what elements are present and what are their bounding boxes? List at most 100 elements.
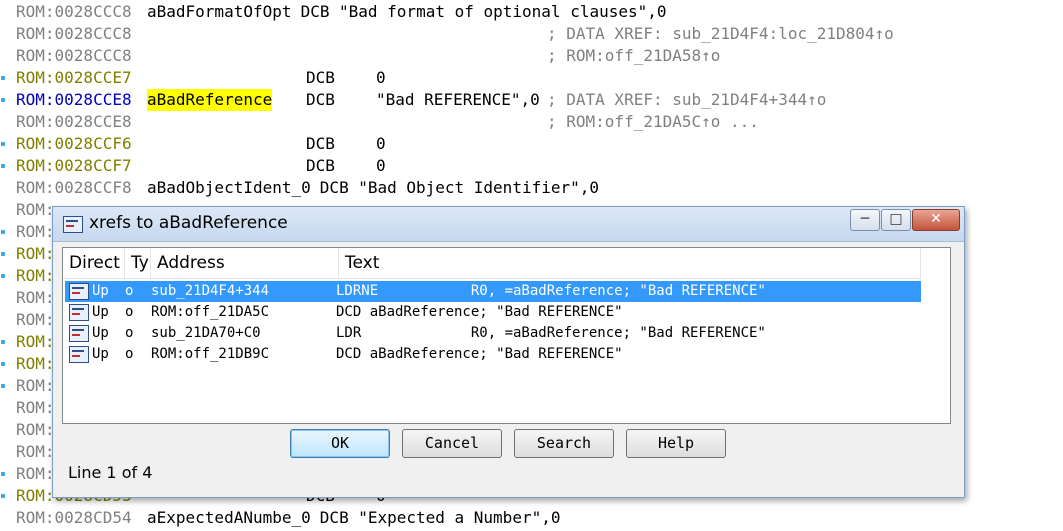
line-directive: DCB <box>306 90 335 109</box>
xref-direction: Up <box>92 304 109 320</box>
listing-line[interactable]: ROM:0028CD54 aExpectedANumbe_0 DCB "Expecte… <box>0 507 1063 529</box>
line-operand: "Bad REFERENCE",0 <box>376 90 540 109</box>
xref-address: sub_21D4F4+344 <box>151 283 270 299</box>
xref-row[interactable]: Up o sub_21D4F4+344 LDRNE R0, =aBadReferenc… <box>65 281 921 302</box>
line-address: ROM: <box>16 398 55 417</box>
bookmark-dot-icon <box>1 340 5 344</box>
listing-line[interactable]: ROM:0028CCE8 ; ROM:off_21DA5C↑o ... <box>0 111 1063 133</box>
xref-address: ROM:off_21DA5C <box>151 304 270 320</box>
listing-line[interactable]: ROM:0028CCE8 aBadReference DCB "Bad REFEREN… <box>0 89 1063 111</box>
xref-text: LDR R0, =aBadReference; "Bad REFERENCE" <box>336 325 766 341</box>
column-header-type[interactable]: Ty <box>125 248 151 278</box>
maximize-icon[interactable]: □ <box>881 209 911 231</box>
dialog-titlebar[interactable]: xrefs to aBadReference ─ □ ✕ <box>53 207 964 242</box>
line-operand: "Expected a Number",0 <box>358 508 561 527</box>
column-header-text[interactable]: Text <box>339 248 921 278</box>
xref-icon <box>69 325 89 342</box>
listing-line[interactable]: ROM:0028CCF6 DCB 0 <box>0 133 1063 155</box>
line-address: ROM:0028CCF6 <box>16 134 132 153</box>
xref-row[interactable]: Up o sub_21DA70+C0 LDR R0, =aBadReference; … <box>65 323 921 344</box>
status-line: Line 1 of 4 <box>68 463 153 482</box>
bookmark-dot-icon <box>1 76 5 80</box>
line-address: ROM:0028CCE8 <box>16 112 132 131</box>
help-button[interactable]: Help <box>626 429 726 458</box>
bookmark-dot-icon <box>1 252 5 256</box>
line-address: ROM: <box>16 332 55 351</box>
dialog-title: xrefs to aBadReference <box>89 213 288 233</box>
cancel-button[interactable]: Cancel <box>402 429 502 458</box>
minimize-icon[interactable]: ─ <box>850 209 880 231</box>
bookmark-dot-icon <box>1 494 5 498</box>
line-address: ROM: <box>16 354 55 373</box>
xref-text: DCD aBadReference; "Bad REFERENCE" <box>336 346 623 362</box>
listing-line[interactable]: ROM:0028CCC8 aBadFormatOfOpt DCB "Bad forma… <box>0 1 1063 23</box>
line-address: ROM: <box>16 464 55 483</box>
listing-line[interactable]: ROM:0028CCC8 ; DATA XREF: sub_21D4F4:loc_… <box>0 23 1063 45</box>
line-address: ROM:0028CCF8 <box>16 178 132 197</box>
column-header-direction[interactable]: Direct <box>63 248 125 278</box>
line-comment: ; ROM:off_21DA58↑o <box>547 46 721 65</box>
search-button[interactable]: Search <box>514 429 614 458</box>
line-address: ROM:0028CCC8 <box>16 2 132 21</box>
line-comment: ; DATA XREF: sub_21D4F4:loc_21D804↑o <box>547 24 894 43</box>
xref-address: sub_21DA70+C0 <box>151 325 261 341</box>
line-comment: ; ROM:off_21DA5C↑o ... <box>547 112 759 131</box>
line-address: ROM: <box>16 420 55 439</box>
xref-row[interactable]: Up o ROM:off_21DB9C DCD aBadReference; "Bad… <box>65 344 921 365</box>
line-address: ROM: <box>16 200 55 219</box>
line-directive: DCB <box>306 134 335 153</box>
xref-direction: Up <box>92 346 109 362</box>
line-directive: DCB <box>300 2 330 21</box>
xref-direction: Up <box>92 283 109 299</box>
xref-address: ROM:off_21DB9C <box>151 346 270 362</box>
line-directive: DCB <box>306 156 335 175</box>
line-label[interactable]: aExpectedANumbe_0 <box>147 507 311 529</box>
line-address: ROM:0028CCE8 <box>16 90 132 109</box>
listing-line[interactable]: ROM:0028CCC8 ; ROM:off_21DA58↑o <box>0 45 1063 67</box>
xrefs-app-icon <box>63 216 83 233</box>
list-header: Direct Ty Address Text <box>63 248 921 279</box>
bookmark-dot-icon <box>1 142 5 146</box>
bookmark-dot-icon <box>1 274 5 278</box>
xref-icon <box>69 304 89 321</box>
xref-direction: Up <box>92 325 109 341</box>
xref-row[interactable]: Up o ROM:off_21DA5C DCD aBadReference; "Bad… <box>65 302 921 323</box>
line-directive: DCB <box>319 508 349 527</box>
line-operand: 0 <box>376 68 386 87</box>
line-label[interactable]: aBadFormatOfOpt <box>147 1 292 23</box>
xref-type: o <box>125 325 134 341</box>
line-label[interactable]: aBadReference <box>147 89 273 111</box>
line-address: ROM: <box>16 222 55 241</box>
xrefs-dialog: xrefs to aBadReference ─ □ ✕ Direct Ty A… <box>52 206 965 498</box>
line-address: ROM: <box>16 376 55 395</box>
line-label[interactable]: aBadObjectIdent_0 <box>147 177 311 199</box>
line-address: ROM: <box>16 442 55 461</box>
xref-icon <box>69 283 89 300</box>
line-operand: 0 <box>376 156 386 175</box>
xref-icon <box>69 346 89 363</box>
bookmark-dot-icon <box>1 164 5 168</box>
bookmark-dot-icon <box>1 230 5 234</box>
column-header-address[interactable]: Address <box>151 248 339 278</box>
line-address: ROM:0028CCC8 <box>16 46 132 65</box>
line-directive: DCB <box>306 68 335 87</box>
line-address: ROM: <box>16 288 55 307</box>
bookmark-dot-icon <box>1 362 5 366</box>
xrefs-list[interactable]: Direct Ty Address Text Up o sub_21D4F4+344… <box>62 247 951 424</box>
line-comment: ; DATA XREF: sub_21D4F4+344↑o <box>547 90 827 109</box>
line-address: ROM: <box>16 266 55 285</box>
listing-line[interactable]: ROM:0028CCF8 aBadObjectIdent_0 DCB "Bad Obj… <box>0 177 1063 199</box>
line-address: ROM:0028CCF7 <box>16 156 132 175</box>
line-address: ROM:0028CCC8 <box>16 24 132 43</box>
xref-text: DCD aBadReference; "Bad REFERENCE" <box>336 304 623 320</box>
bookmark-dot-icon <box>1 472 5 476</box>
listing-line[interactable]: ROM:0028CCF7 DCB 0 <box>0 155 1063 177</box>
listing-line[interactable]: ROM:0028CCE7 DCB 0 <box>0 67 1063 89</box>
line-address: ROM: <box>16 310 55 329</box>
xref-type: o <box>125 346 134 362</box>
close-icon[interactable]: ✕ <box>912 209 960 231</box>
line-address: ROM:0028CD54 <box>16 508 132 527</box>
line-directive: DCB <box>319 178 349 197</box>
line-address: ROM: <box>16 244 55 263</box>
ok-button[interactable]: OK <box>290 429 390 458</box>
